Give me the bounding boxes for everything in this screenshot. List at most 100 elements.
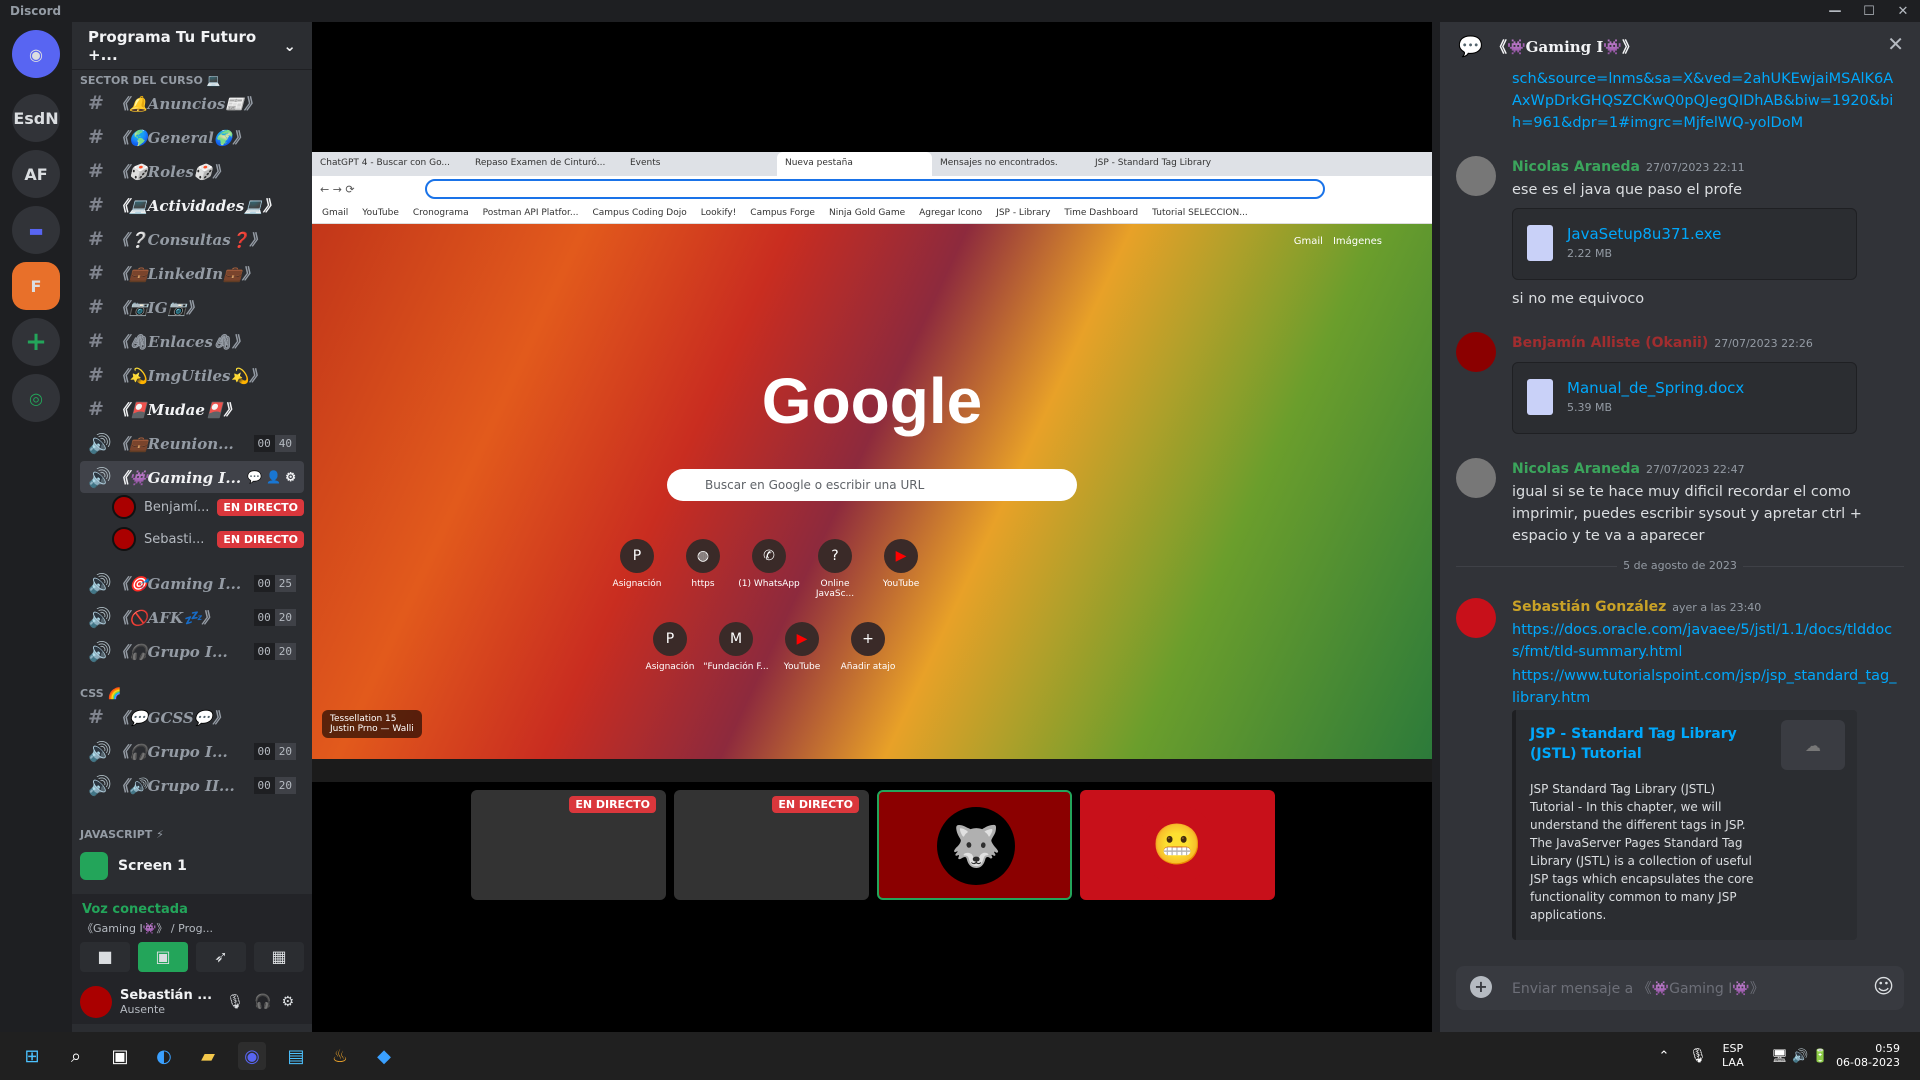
minimize-icon[interactable]: — bbox=[1818, 0, 1852, 22]
bookmark[interactable]: Time Dashboard bbox=[1064, 208, 1138, 218]
author[interactable]: Nicolas Araneda bbox=[1512, 159, 1640, 175]
screen-share-icon[interactable]: ▣ bbox=[138, 942, 188, 972]
browser-tab-active[interactable]: Nueva pestaña bbox=[777, 152, 932, 176]
shortcut[interactable]: ? Online JavaSc... bbox=[800, 539, 870, 599]
chat-gear-icon[interactable]: 💬 👤 ⚙ bbox=[247, 470, 296, 484]
shortcut[interactable]: ▶ YouTube bbox=[767, 622, 837, 672]
file-name[interactable]: JavaSetup8u371.exe bbox=[1567, 225, 1721, 243]
author[interactable]: Nicolas Araneda bbox=[1512, 461, 1640, 477]
stream-thumbnail[interactable]: EN DIRECTO bbox=[674, 790, 869, 900]
message-link[interactable]: sch&source=lnms&sa=X&ved=2ahUKEwjaiMSAlK… bbox=[1512, 68, 1897, 134]
language-indicator[interactable]: ESP LAA bbox=[1722, 1042, 1744, 1070]
discord-home-icon[interactable]: ◉ bbox=[12, 30, 60, 78]
bookmark[interactable]: Ninja Gold Game bbox=[829, 208, 905, 218]
browser-tab[interactable]: Repaso Examen de Cinturó... bbox=[467, 152, 622, 176]
bookmark[interactable]: JSP - Library bbox=[996, 208, 1050, 218]
close-icon[interactable]: ✕ bbox=[1887, 32, 1904, 56]
wallpaper-credit[interactable]: Tessellation 15 Justin Prno — Walli bbox=[322, 710, 422, 738]
shortcut[interactable]: ▶ YouTube bbox=[866, 539, 936, 589]
browser-tab[interactable]: JSP - Standard Tag Library bbox=[1087, 152, 1242, 176]
category-css[interactable]: CSS 🌈 bbox=[80, 687, 121, 700]
shortcut[interactable]: P Asignación bbox=[635, 622, 705, 672]
bookmark[interactable]: Lookify! bbox=[701, 208, 737, 218]
folder-icon[interactable]: ▬ bbox=[12, 206, 60, 254]
channel-item[interactable]: # 《❔Consultas❓》 bbox=[80, 223, 304, 255]
mic-headset-gear-icon[interactable]: 🎙🎧⚙ bbox=[226, 994, 304, 1010]
message-link[interactable]: https://docs.oracle.com/javaee/5/jstl/1.… bbox=[1512, 619, 1897, 663]
add-server-icon[interactable]: + bbox=[12, 318, 60, 366]
guild-esdn[interactable]: EsdN bbox=[12, 94, 60, 142]
stream-thumbnail[interactable]: EN DIRECTO bbox=[471, 790, 666, 900]
channel-item[interactable]: # 《🌎General🌍》 bbox=[80, 121, 304, 153]
voice-channel[interactable]: 🔊 《🔊Grupo II... 00 20 bbox=[80, 769, 304, 801]
bookmark[interactable]: Campus Coding Dojo bbox=[592, 208, 686, 218]
rocket-icon[interactable]: ➶ bbox=[196, 942, 246, 972]
edge-icon[interactable]: ◐ bbox=[150, 1042, 178, 1070]
user-tile[interactable]: 🐺 bbox=[877, 790, 1072, 900]
tray-chevron-icon[interactable]: ⌃ bbox=[1650, 1042, 1678, 1070]
channel-item[interactable]: # 《🔔Anuncios📰》 bbox=[80, 87, 304, 119]
camera-icon[interactable]: ■ bbox=[80, 942, 130, 972]
browser-tab[interactable]: Mensajes no encontrados. bbox=[932, 152, 1087, 176]
channel-item[interactable]: # 《💻Actividades💻》 bbox=[80, 189, 304, 221]
voice-user[interactable]: Benjamí... EN DIRECTO bbox=[112, 493, 304, 521]
voice-channel-active[interactable]: 🔊 《👾Gaming I... 💬 👤 ⚙ bbox=[80, 461, 304, 493]
channel-item[interactable]: # 《🖇Enlaces🖇》 bbox=[80, 325, 304, 357]
channel-item[interactable]: # 《💫ImgUtiles💫》 bbox=[80, 359, 304, 391]
voice-channel-path[interactable]: 《Gaming I👾》 / Prog... bbox=[82, 920, 213, 936]
voice-channel[interactable]: 🔊 《🎯Gaming I... 00 25 bbox=[80, 567, 304, 599]
activity-icon[interactable]: ▦ bbox=[254, 942, 304, 972]
streamed-browser[interactable]: ChatGPT 4 - Buscar con Go... Repaso Exam… bbox=[312, 152, 1432, 782]
voice-channel[interactable]: 🔊 《🎧Grupo I... 00 20 bbox=[80, 635, 304, 667]
shortcut[interactable]: M "Fundación F... bbox=[701, 622, 771, 672]
nav-arrows-icon[interactable]: ← → ⟳ bbox=[320, 183, 355, 196]
bookmark[interactable]: Campus Forge bbox=[750, 208, 815, 218]
shortcut[interactable]: + Añadir atajo bbox=[833, 622, 903, 672]
browser-tab[interactable]: Events bbox=[622, 152, 777, 176]
maximize-icon[interactable]: ☐ bbox=[1852, 0, 1886, 22]
mic-icon[interactable]: 🎙 bbox=[1684, 1042, 1712, 1070]
guild-af[interactable]: AF bbox=[12, 150, 60, 198]
taskview-icon[interactable]: ▣ bbox=[106, 1042, 134, 1070]
bookmark[interactable]: Gmail bbox=[322, 208, 348, 218]
voice-channel[interactable]: 🔊 《💼Reunion... 00 40 bbox=[80, 427, 304, 459]
bookmark[interactable]: Tutorial SELECCION... bbox=[1152, 208, 1248, 218]
images-link[interactable]: Imágenes bbox=[1333, 236, 1382, 247]
message-input[interactable]: Enviar mensaje a 《👾Gaming I👾》 bbox=[1456, 966, 1904, 1010]
voice-channel[interactable]: 🔊 《🎧Grupo I... 00 20 bbox=[80, 735, 304, 767]
user-tile[interactable]: 😬 bbox=[1080, 790, 1275, 900]
author[interactable]: Sebastián González bbox=[1512, 599, 1666, 615]
bookmark[interactable]: Cronograma bbox=[413, 208, 469, 218]
category-js[interactable]: JAVASCRIPT ⚡ bbox=[80, 828, 164, 841]
file-attachment[interactable]: Manual_de_Spring.docx 5.39 MB bbox=[1512, 362, 1857, 434]
shortcut[interactable]: P Asignación bbox=[602, 539, 672, 589]
discord-icon[interactable]: ◉ bbox=[238, 1042, 266, 1070]
file-attachment[interactable]: JavaSetup8u371.exe 2.22 MB bbox=[1512, 208, 1857, 280]
network-volume-battery-icon[interactable]: 🖥 🔊 🔋 bbox=[1760, 1042, 1840, 1070]
author[interactable]: Benjamín Alliste (Okanii) bbox=[1512, 335, 1708, 351]
message-link[interactable]: https://www.tutorialspoint.com/jsp/jsp_s… bbox=[1512, 665, 1897, 709]
clock[interactable]: 0:59 06-08-2023 bbox=[1836, 1042, 1900, 1070]
channel-item[interactable]: # 《🎴Mudae🎴》 bbox=[80, 393, 304, 425]
emoji-icon[interactable]: ☺ bbox=[1873, 974, 1894, 998]
address-input[interactable] bbox=[424, 179, 1325, 199]
embed-title[interactable]: JSP - Standard Tag Library (JSTL) Tutori… bbox=[1530, 724, 1750, 764]
shortcut[interactable]: ✆ (1) WhatsApp bbox=[734, 539, 804, 589]
channel-item[interactable]: # 《💼LinkedIn💼》 bbox=[80, 257, 304, 289]
bookmark[interactable]: Postman API Platfor... bbox=[483, 208, 579, 218]
bookmark[interactable]: Agregar Icono bbox=[919, 208, 982, 218]
channel-item[interactable]: # 《🎲Roles🎲》 bbox=[80, 155, 304, 187]
compass-icon[interactable]: ◎ bbox=[12, 374, 60, 422]
channel-item[interactable]: # 《💬GCSS💬》 bbox=[80, 701, 304, 733]
shortcut[interactable]: ◍ https bbox=[668, 539, 738, 589]
add-attachment-icon[interactable]: + bbox=[1470, 976, 1492, 998]
bookmark[interactable]: YouTube bbox=[362, 208, 399, 218]
category-sector[interactable]: SECTOR DEL CURSO 💻 bbox=[80, 74, 220, 87]
app-icon[interactable]: ◆ bbox=[370, 1042, 398, 1070]
voice-user[interactable]: Sebasti... EN DIRECTO bbox=[112, 525, 304, 553]
google-search-input[interactable]: Buscar en Google o escribir una URL bbox=[667, 469, 1077, 501]
channel-item[interactable]: # 《📷IG📷》 bbox=[80, 291, 304, 323]
folder-icon[interactable]: ▰ bbox=[194, 1042, 222, 1070]
user-panel[interactable]: Sebastián ... Ausente 🎙🎧⚙ bbox=[80, 984, 304, 1020]
server-header[interactable]: Programa Tu Futuro +... ⌄ bbox=[72, 22, 312, 70]
